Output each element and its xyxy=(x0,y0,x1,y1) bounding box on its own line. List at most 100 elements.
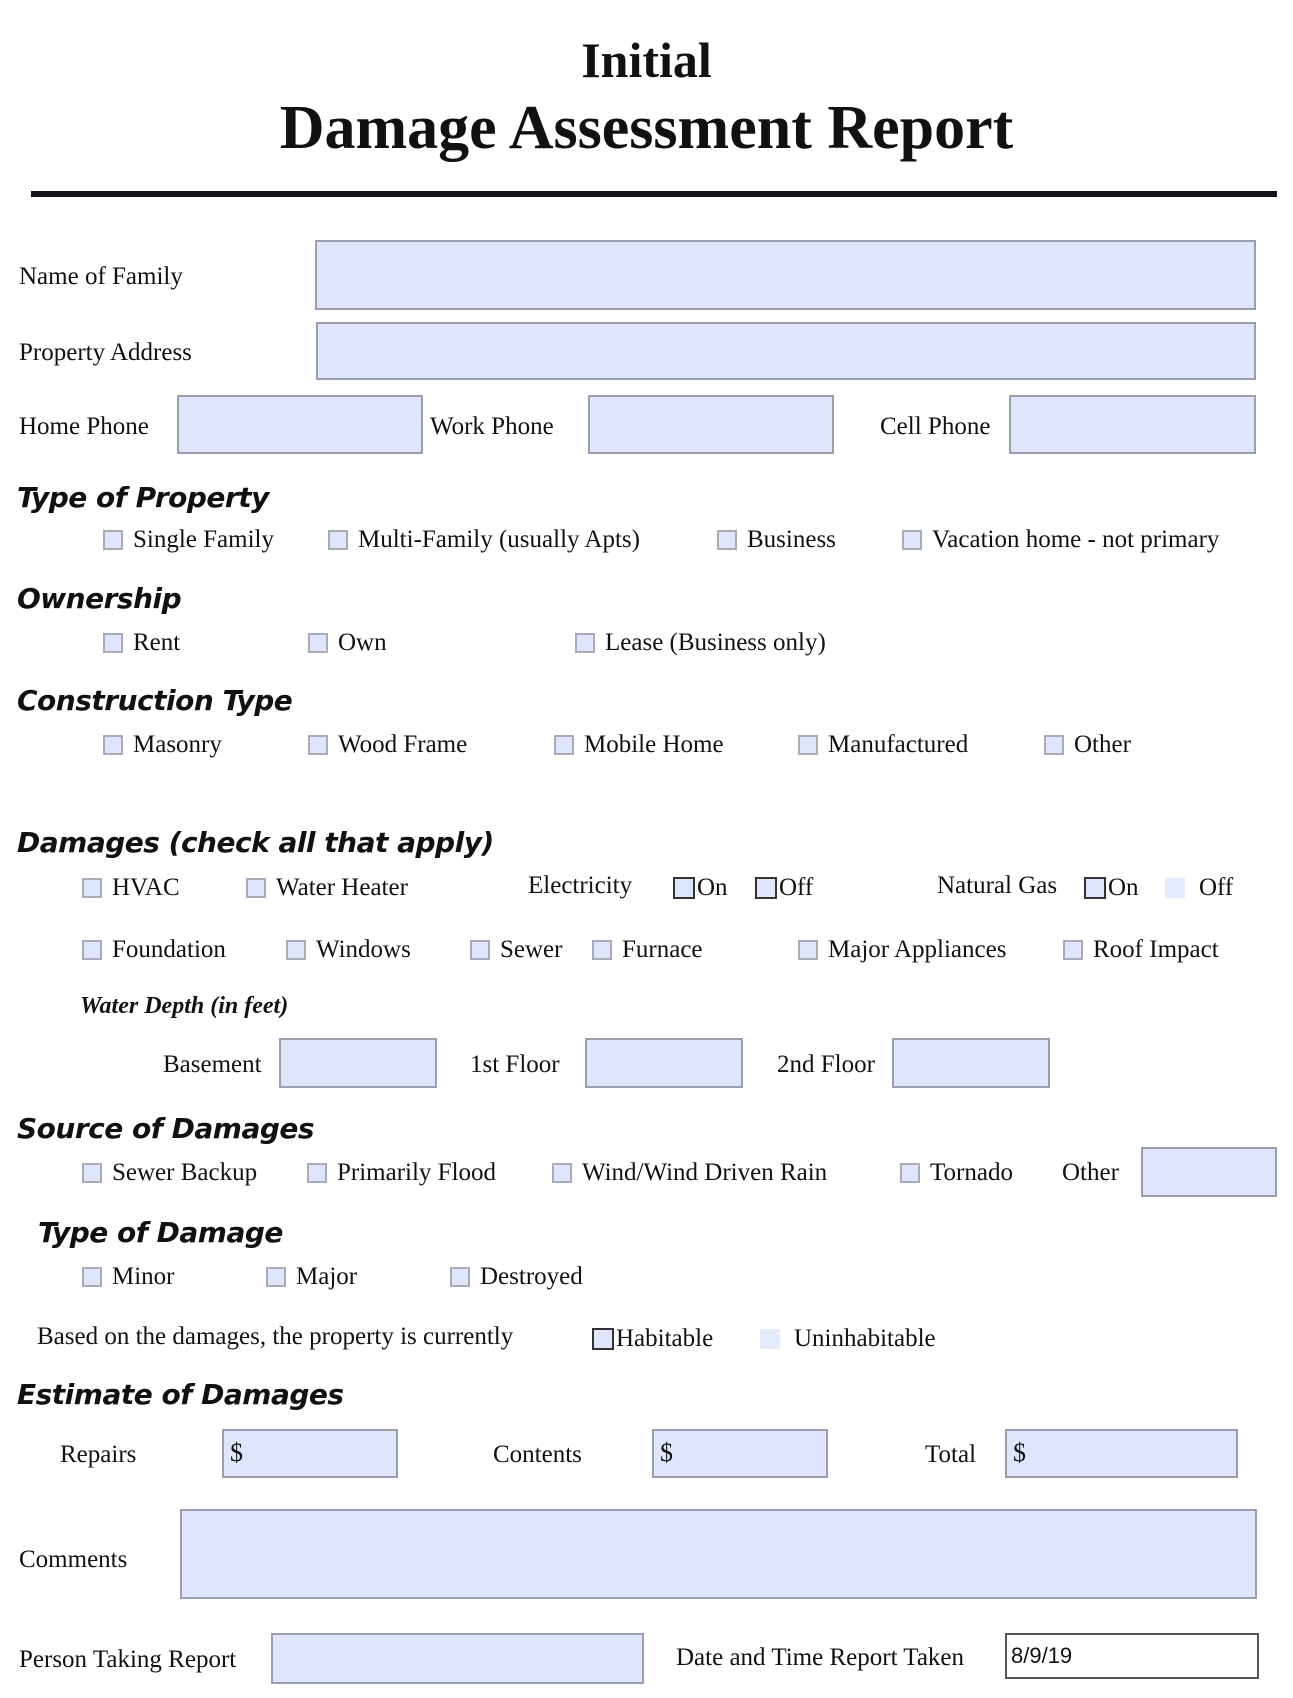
checkbox-hvac[interactable]: HVAC xyxy=(82,873,180,903)
checkbox-habitable[interactable]: Habitable xyxy=(592,1324,713,1354)
source-of-damages-heading: Source of Damages xyxy=(17,1112,315,1145)
option-label: Furnace xyxy=(622,936,703,963)
checkbox-manufactured[interactable]: Manufactured xyxy=(798,730,968,760)
checkbox-single-family[interactable]: Single Family xyxy=(103,525,274,555)
name-of-family-field[interactable] xyxy=(315,240,1256,310)
checkbox-foundation[interactable]: Foundation xyxy=(82,935,226,965)
option-label: Wood Frame xyxy=(338,731,468,758)
person-taking-report-label: Person Taking Report xyxy=(19,1646,237,1673)
checkbox-lease[interactable]: Lease (Business only) xyxy=(575,628,826,658)
checkbox-electricity-on[interactable]: On xyxy=(673,873,728,903)
checkbox-icon[interactable] xyxy=(103,735,123,755)
repairs-field[interactable]: $ xyxy=(222,1429,398,1478)
checkbox-major[interactable]: Major xyxy=(266,1262,357,1292)
checkbox-sewer[interactable]: Sewer xyxy=(470,935,562,965)
checkbox-windows[interactable]: Windows xyxy=(286,935,411,965)
checkbox-electricity-off[interactable]: Off xyxy=(755,873,813,903)
comments-field[interactable] xyxy=(180,1509,1257,1599)
checkbox-icon[interactable] xyxy=(760,1329,780,1349)
checkbox-furnace[interactable]: Furnace xyxy=(592,935,703,965)
checkbox-icon[interactable] xyxy=(470,940,490,960)
checkbox-primarily-flood[interactable]: Primarily Flood xyxy=(307,1158,496,1188)
checkbox-icon[interactable] xyxy=(592,940,612,960)
checkbox-wood-frame[interactable]: Wood Frame xyxy=(308,730,467,760)
checkbox-uninhabitable[interactable]: Uninhabitable xyxy=(760,1324,936,1354)
checkbox-other-construction[interactable]: Other xyxy=(1044,730,1131,760)
checkbox-icon[interactable] xyxy=(328,530,348,550)
checkbox-icon[interactable] xyxy=(82,878,102,898)
checkbox-icon[interactable] xyxy=(266,1267,286,1287)
checkbox-destroyed[interactable]: Destroyed xyxy=(450,1262,583,1292)
checkbox-icon[interactable] xyxy=(717,530,737,550)
checkbox-gas-off[interactable]: Off xyxy=(1165,873,1233,903)
checkbox-icon[interactable] xyxy=(308,735,328,755)
work-phone-field[interactable] xyxy=(588,395,834,454)
checkbox-mobile-home[interactable]: Mobile Home xyxy=(554,730,724,760)
work-phone-label: Work Phone xyxy=(430,413,554,440)
type-of-property-heading: Type of Property xyxy=(17,481,269,514)
home-phone-field[interactable] xyxy=(177,395,423,454)
person-taking-report-field[interactable] xyxy=(271,1633,644,1684)
checkbox-icon[interactable] xyxy=(82,1163,102,1183)
checkbox-masonry[interactable]: Masonry xyxy=(103,730,222,760)
second-floor-depth-field[interactable] xyxy=(892,1038,1050,1088)
checkbox-icon[interactable] xyxy=(900,1163,920,1183)
checkbox-icon[interactable] xyxy=(82,940,102,960)
checkbox-icon[interactable] xyxy=(592,1328,614,1350)
checkbox-roof-impact[interactable]: Roof Impact xyxy=(1063,935,1219,965)
checkbox-icon[interactable] xyxy=(1044,735,1064,755)
other-source-field[interactable] xyxy=(1141,1147,1277,1197)
option-label: On xyxy=(1108,874,1139,901)
option-label: Lease (Business only) xyxy=(605,629,826,656)
checkbox-water-heater[interactable]: Water Heater xyxy=(246,873,408,903)
water-depth-heading: Water Depth (in feet) xyxy=(80,993,289,1019)
checkbox-icon[interactable] xyxy=(103,633,123,653)
checkbox-icon[interactable] xyxy=(450,1267,470,1287)
construction-type-heading: Construction Type xyxy=(17,684,293,717)
contents-field[interactable]: $ xyxy=(652,1429,828,1478)
property-address-label: Property Address xyxy=(19,339,192,366)
total-field[interactable]: $ xyxy=(1005,1429,1238,1478)
date-time-field[interactable]: 8/9/19 xyxy=(1005,1633,1259,1679)
property-address-field[interactable] xyxy=(316,322,1256,380)
checkbox-sewer-backup[interactable]: Sewer Backup xyxy=(82,1158,257,1188)
checkbox-own[interactable]: Own xyxy=(308,628,387,658)
checkbox-icon[interactable] xyxy=(1084,877,1106,899)
checkbox-icon[interactable] xyxy=(798,735,818,755)
checkbox-icon[interactable] xyxy=(307,1163,327,1183)
checkbox-icon[interactable] xyxy=(798,940,818,960)
checkbox-wind-rain[interactable]: Wind/Wind Driven Rain xyxy=(552,1158,827,1188)
option-label: Sewer xyxy=(500,936,563,963)
basement-depth-field[interactable] xyxy=(279,1038,437,1088)
checkbox-rent[interactable]: Rent xyxy=(103,628,180,658)
checkbox-icon[interactable] xyxy=(902,530,922,550)
checkbox-business[interactable]: Business xyxy=(717,525,836,555)
checkbox-icon[interactable] xyxy=(246,878,266,898)
checkbox-icon[interactable] xyxy=(755,877,777,899)
checkbox-minor[interactable]: Minor xyxy=(82,1262,175,1292)
option-label: Mobile Home xyxy=(584,731,724,758)
checkbox-icon[interactable] xyxy=(1165,878,1185,898)
option-label: Foundation xyxy=(112,936,226,963)
checkbox-multi-family[interactable]: Multi-Family (usually Apts) xyxy=(328,525,640,555)
checkbox-icon[interactable] xyxy=(103,530,123,550)
checkbox-icon[interactable] xyxy=(575,633,595,653)
cell-phone-field[interactable] xyxy=(1009,395,1256,454)
checkbox-vacation-home[interactable]: Vacation home - not primary xyxy=(902,525,1219,555)
checkbox-icon[interactable] xyxy=(82,1267,102,1287)
checkbox-gas-on[interactable]: On xyxy=(1084,873,1139,903)
checkbox-major-appliances[interactable]: Major Appliances xyxy=(798,935,1006,965)
checkbox-icon[interactable] xyxy=(554,735,574,755)
comments-label: Comments xyxy=(19,1546,128,1573)
first-floor-depth-field[interactable] xyxy=(585,1038,743,1088)
checkbox-icon[interactable] xyxy=(308,633,328,653)
repairs-label: Repairs xyxy=(60,1441,137,1468)
option-label: Minor xyxy=(112,1263,175,1290)
checkbox-icon[interactable] xyxy=(552,1163,572,1183)
checkbox-icon[interactable] xyxy=(673,877,695,899)
checkbox-icon[interactable] xyxy=(286,940,306,960)
checkbox-icon[interactable] xyxy=(1063,940,1083,960)
option-label: Wind/Wind Driven Rain xyxy=(582,1159,828,1186)
ownership-heading: Ownership xyxy=(17,582,182,615)
checkbox-tornado[interactable]: Tornado xyxy=(900,1158,1013,1188)
